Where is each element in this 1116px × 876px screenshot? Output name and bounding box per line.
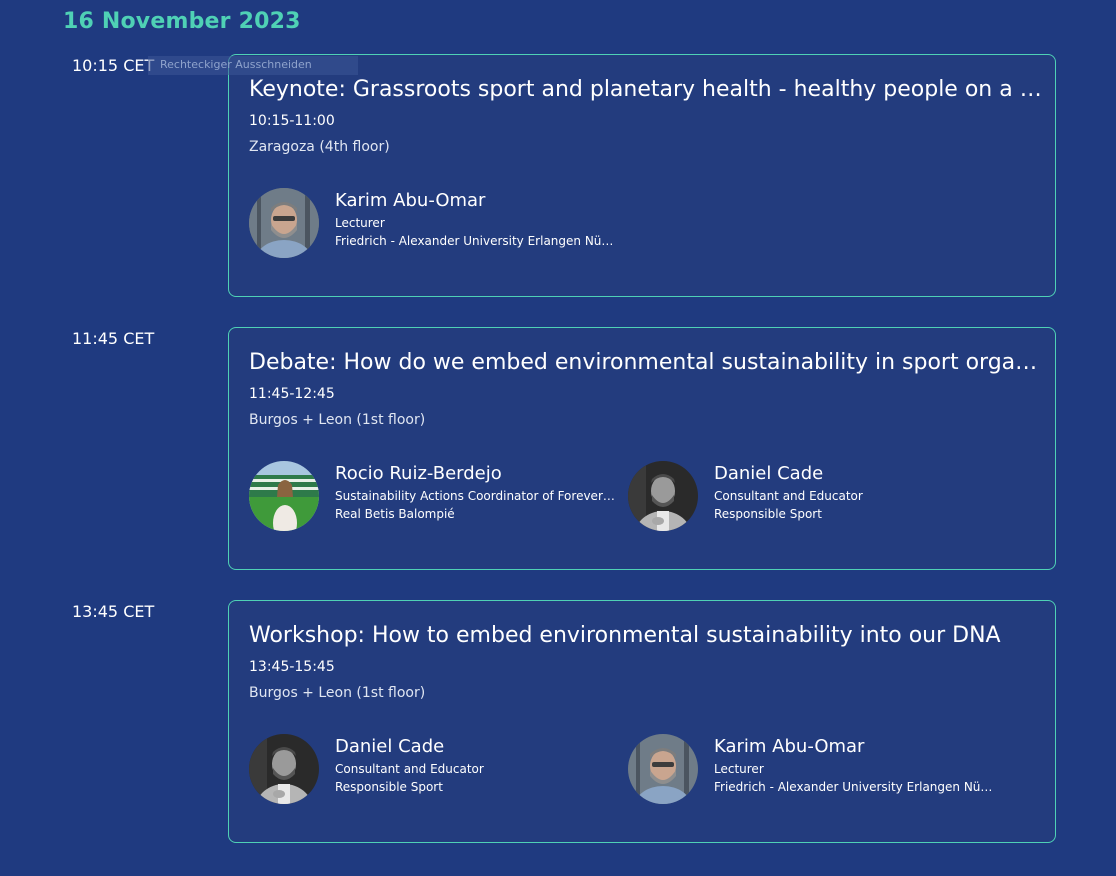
snipping-tooltip: Rechteckiger Ausschneiden	[148, 56, 358, 75]
speaker-org: Friedrich - Alexander University Erlange…	[335, 234, 615, 248]
session-time-label: 13:45 CET	[72, 602, 155, 621]
speaker-name[interactable]: Daniel Cade	[714, 463, 823, 484]
session-title[interactable]: Workshop: How to embed environmental sus…	[249, 623, 1045, 648]
speaker-role: Lecturer	[335, 216, 385, 230]
session-time-range: 13:45-15:45	[249, 659, 335, 675]
speaker-avatar-karim[interactable]	[628, 734, 698, 804]
speaker-karim-abu-omar[interactable]: Karim Abu-Omar Lecturer Friedrich - Alex…	[249, 188, 619, 260]
session-card-debate[interactable]: Debate: How do we embed environmental su…	[228, 327, 1056, 570]
speaker-karim-abu-omar[interactable]: Karim Abu-Omar Lecturer Friedrich - Alex…	[628, 734, 998, 806]
speaker-role: Sustainability Actions Coordinator of Fo…	[335, 489, 615, 503]
speaker-org: Responsible Sport	[714, 507, 822, 521]
speaker-avatar-daniel[interactable]	[249, 734, 319, 804]
speaker-name[interactable]: Daniel Cade	[335, 736, 444, 757]
session-room: Burgos + Leon (1st floor)	[249, 685, 426, 701]
session-time-label: 11:45 CET	[72, 329, 155, 348]
speaker-role: Consultant and Educator	[714, 489, 863, 503]
session-room: Zaragoza (4th floor)	[249, 139, 390, 155]
speaker-name[interactable]: Rocio Ruiz-Berdejo	[335, 463, 502, 484]
session-time-range: 11:45-12:45	[249, 386, 335, 402]
speaker-role: Lecturer	[714, 762, 764, 776]
speaker-rocio-ruiz-berdejo[interactable]: Rocio Ruiz-Berdejo Sustainability Action…	[249, 461, 619, 533]
session-time-label: 10:15 CET	[72, 56, 155, 75]
speaker-org: Friedrich - Alexander University Erlange…	[714, 780, 994, 794]
session-time-range: 10:15-11:00	[249, 113, 335, 129]
session-room: Burgos + Leon (1st floor)	[249, 412, 426, 428]
speaker-avatar-daniel[interactable]	[628, 461, 698, 531]
session-card-keynote[interactable]: Keynote: Grassroots sport and planetary …	[228, 54, 1056, 297]
speaker-name[interactable]: Karim Abu-Omar	[714, 736, 864, 757]
speaker-avatar-rocio[interactable]	[249, 461, 319, 531]
session-title[interactable]: Keynote: Grassroots sport and planetary …	[249, 77, 1045, 102]
date-heading: 16 November 2023	[63, 9, 301, 34]
speaker-org: Responsible Sport	[335, 780, 443, 794]
speaker-role: Consultant and Educator	[335, 762, 484, 776]
speaker-name[interactable]: Karim Abu-Omar	[335, 190, 485, 211]
speaker-daniel-cade[interactable]: Daniel Cade Consultant and Educator Resp…	[249, 734, 619, 806]
speaker-daniel-cade[interactable]: Daniel Cade Consultant and Educator Resp…	[628, 461, 998, 533]
speaker-org: Real Betis Balompié	[335, 507, 455, 521]
speaker-avatar-karim[interactable]	[249, 188, 319, 258]
session-title[interactable]: Debate: How do we embed environmental su…	[249, 350, 1045, 375]
session-card-workshop[interactable]: Workshop: How to embed environmental sus…	[228, 600, 1056, 843]
